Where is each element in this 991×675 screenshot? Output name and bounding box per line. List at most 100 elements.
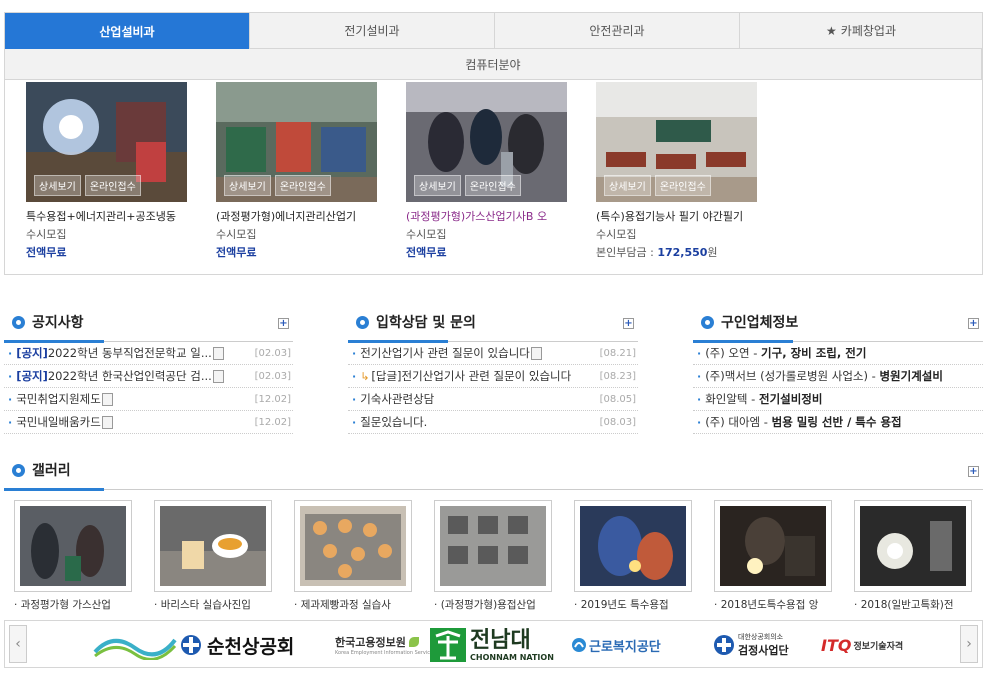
item-text[interactable]: 국민내일배움카드: [16, 414, 113, 430]
item-text[interactable]: [공지]2022학년 동부직업전문학교 일...: [16, 345, 224, 361]
partner-name: 전남대: [470, 627, 531, 653]
item-text[interactable]: (주) 오연 - 기구, 장비 조립, 전기: [705, 345, 866, 361]
search-bullet-icon: [12, 316, 25, 329]
item-text[interactable]: 기숙사관련상담: [360, 391, 434, 407]
partner-name: 근로복지공단: [589, 639, 661, 655]
list-item[interactable]: · [공지]2022학년 한국산업인력공단 검... [02.03]: [4, 365, 293, 388]
company-name: (주) 오연: [705, 346, 750, 360]
gallery-item[interactable]: · 2018(일반고특화)전: [854, 500, 972, 612]
tab-cafe-startup[interactable]: ★ 카페창업과: [740, 13, 982, 49]
item-text[interactable]: (주) 대아엠 - 범용 밀링 선반 / 특수 용접: [705, 414, 901, 430]
gallery-thumbnail[interactable]: [294, 500, 412, 592]
gallery-item[interactable]: · 2018년도특수용접 앙: [714, 500, 832, 612]
chevron-right-icon[interactable]: ›: [960, 625, 978, 663]
list-item[interactable]: · 전기산업기사 관련 질문이 있습니다 [08.21]: [348, 342, 638, 365]
partner-logo[interactable]: ITQ 정보기술자격: [821, 627, 903, 663]
list-item[interactable]: · 국민내일배움카드 [12.02]: [4, 411, 293, 434]
gallery-item[interactable]: · 2019년도 특수용접: [574, 500, 692, 612]
tab-label: 안전관리과: [589, 24, 645, 38]
gallery-thumbnail[interactable]: [714, 500, 832, 592]
gallery-thumbnail[interactable]: [854, 500, 972, 592]
gallery-caption[interactable]: · (과정평가형)용접산업: [434, 597, 552, 612]
bullet-icon: ·: [352, 392, 357, 406]
partner-logo[interactable]: 대한상공회의소 검정사업단: [713, 627, 789, 663]
item-title: 국민취업지원제도: [16, 392, 101, 406]
item-text[interactable]: [공지]2022학년 한국산업인력공단 검...: [16, 368, 224, 384]
course-card[interactable]: 상세보기 온라인접수 (특수)용접기능사 필기 야간필기 수시모집 본인부담금 …: [596, 82, 757, 260]
partner-logo[interactable]: 한국고용정보원 Korea Employment Information Ser…: [335, 627, 433, 663]
more-plus-icon[interactable]: +: [968, 466, 979, 477]
chevron-left-icon[interactable]: ‹: [9, 625, 27, 663]
course-title[interactable]: (과정평가형)가스산업기사B 오: [406, 208, 556, 224]
course-card[interactable]: 상세보기 온라인접수 (과정평가형)에너지관리산업기 수시모집 전액무료: [216, 82, 377, 260]
course-list: 상세보기 온라인접수 특수용접+에너지관리+공조냉동 수시모집 전액무료 상세보…: [26, 82, 786, 260]
list-item[interactable]: · (주)맥서브 (성가롤로병원 사업소) - 병원기계설비: [693, 365, 983, 388]
list-item[interactable]: · 화인알텍 - 전기설비정비: [693, 388, 983, 411]
more-plus-icon[interactable]: +: [623, 318, 634, 329]
course-thumbnail[interactable]: 상세보기 온라인접수: [406, 82, 567, 202]
course-title[interactable]: 특수용접+에너지관리+공조냉동: [26, 208, 176, 224]
course-thumbnail[interactable]: 상세보기 온라인접수: [26, 82, 187, 202]
gallery-caption[interactable]: · 과정평가형 가스산업: [14, 597, 132, 612]
caption-text: 2018년도특수용접 앙: [720, 599, 819, 611]
gallery-item[interactable]: · 바리스타 실습사진입: [154, 500, 272, 612]
bakery-photo: [300, 506, 406, 586]
wave-logo-icon: [93, 638, 177, 660]
tab-safety-management[interactable]: 안전관리과: [495, 13, 740, 49]
item-date: [12.02]: [254, 393, 291, 405]
list-item[interactable]: · [공지]2022학년 동부직업전문학교 일... [02.03]: [4, 342, 293, 365]
detail-button[interactable]: 상세보기: [224, 175, 271, 196]
gallery-thumbnail[interactable]: [154, 500, 272, 592]
item-text[interactable]: 화인알텍 - 전기설비정비: [705, 391, 822, 407]
file-icon: [212, 347, 224, 360]
list-item[interactable]: · 질문있습니다. [08.03]: [348, 411, 638, 434]
detail-button[interactable]: 상세보기: [34, 175, 81, 196]
gallery-thumbnail[interactable]: [434, 500, 552, 592]
item-text[interactable]: (주)맥서브 (성가롤로병원 사업소) - 병원기계설비: [705, 368, 943, 384]
online-apply-button[interactable]: 온라인접수: [274, 175, 331, 196]
gallery-item[interactable]: · 제과제빵과정 실습사: [294, 500, 412, 612]
more-plus-icon[interactable]: +: [278, 318, 289, 329]
item-text[interactable]: [답글]전기산업기사 관련 질문이 있습니다: [371, 368, 571, 384]
course-thumbnail[interactable]: 상세보기 온라인접수: [216, 82, 377, 202]
list-item[interactable]: · 국민취업지원제도 [12.02]: [4, 388, 293, 411]
more-plus-icon[interactable]: +: [968, 318, 979, 329]
detail-button[interactable]: 상세보기: [604, 175, 651, 196]
tab-computer[interactable]: 컴퓨터분야: [5, 49, 982, 80]
tab-industrial-facility[interactable]: 산업설비과: [5, 13, 250, 49]
online-apply-button[interactable]: 온라인접수: [84, 175, 141, 196]
gallery-thumbnail[interactable]: [574, 500, 692, 592]
partner-logo[interactable]: 순천상공회: [93, 627, 294, 663]
list-item[interactable]: · (주) 오연 - 기구, 장비 조립, 전기: [693, 342, 983, 365]
item-text[interactable]: 질문있습니다.: [360, 414, 427, 430]
gallery-item[interactable]: · (과정평가형)용접산업: [434, 500, 552, 612]
course-thumbnail[interactable]: 상세보기 온라인접수: [596, 82, 757, 202]
list-item[interactable]: · ↳ [답글]전기산업기사 관련 질문이 있습니다 [08.23]: [348, 365, 638, 388]
partner-logo[interactable]: 근로복지공단: [571, 627, 661, 663]
item-text[interactable]: 전기산업기사 관련 질문이 있습니다: [360, 345, 542, 361]
gallery-thumbnail[interactable]: [14, 500, 132, 592]
item-text[interactable]: 국민취업지원제도: [16, 391, 113, 407]
detail-button[interactable]: 상세보기: [414, 175, 461, 196]
course-title[interactable]: (특수)용접기능사 필기 야간필기: [596, 208, 746, 224]
partner-logo[interactable]: 전남대 CHONNAM NATION: [430, 627, 556, 663]
gallery-caption[interactable]: · 2019년도 특수용접: [574, 597, 692, 612]
board-title: 공지사항: [32, 315, 84, 331]
gallery-item[interactable]: · 과정평가형 가스산업: [14, 500, 132, 612]
board-header: 갤러리 +: [4, 456, 983, 491]
gallery-caption[interactable]: · 2018(일반고특화)전: [854, 597, 972, 612]
board-header: 구인업체정보 +: [693, 308, 983, 343]
gallery-caption[interactable]: · 제과제빵과정 실습사: [294, 597, 412, 612]
course-card[interactable]: 상세보기 온라인접수 특수용접+에너지관리+공조냉동 수시모집 전액무료: [26, 82, 187, 260]
course-card[interactable]: 상세보기 온라인접수 (과정평가형)가스산업기사B 오 수시모집 전액무료: [406, 82, 567, 260]
gallery-caption[interactable]: · 2018년도특수용접 앙: [714, 597, 832, 612]
list-item[interactable]: · (주) 대아엠 - 범용 밀링 선반 / 특수 용접: [693, 411, 983, 434]
course-title[interactable]: (과정평가형)에너지관리산업기: [216, 208, 366, 224]
online-apply-button[interactable]: 온라인접수: [654, 175, 711, 196]
online-apply-button[interactable]: 온라인접수: [464, 175, 521, 196]
tab-label: 카페창업과: [840, 24, 896, 38]
barista-photo: [160, 506, 266, 586]
list-item[interactable]: · 기숙사관련상담 [08.05]: [348, 388, 638, 411]
tab-electrical-facility[interactable]: 전기설비과: [250, 13, 495, 49]
gallery-caption[interactable]: · 바리스타 실습사진입: [154, 597, 272, 612]
